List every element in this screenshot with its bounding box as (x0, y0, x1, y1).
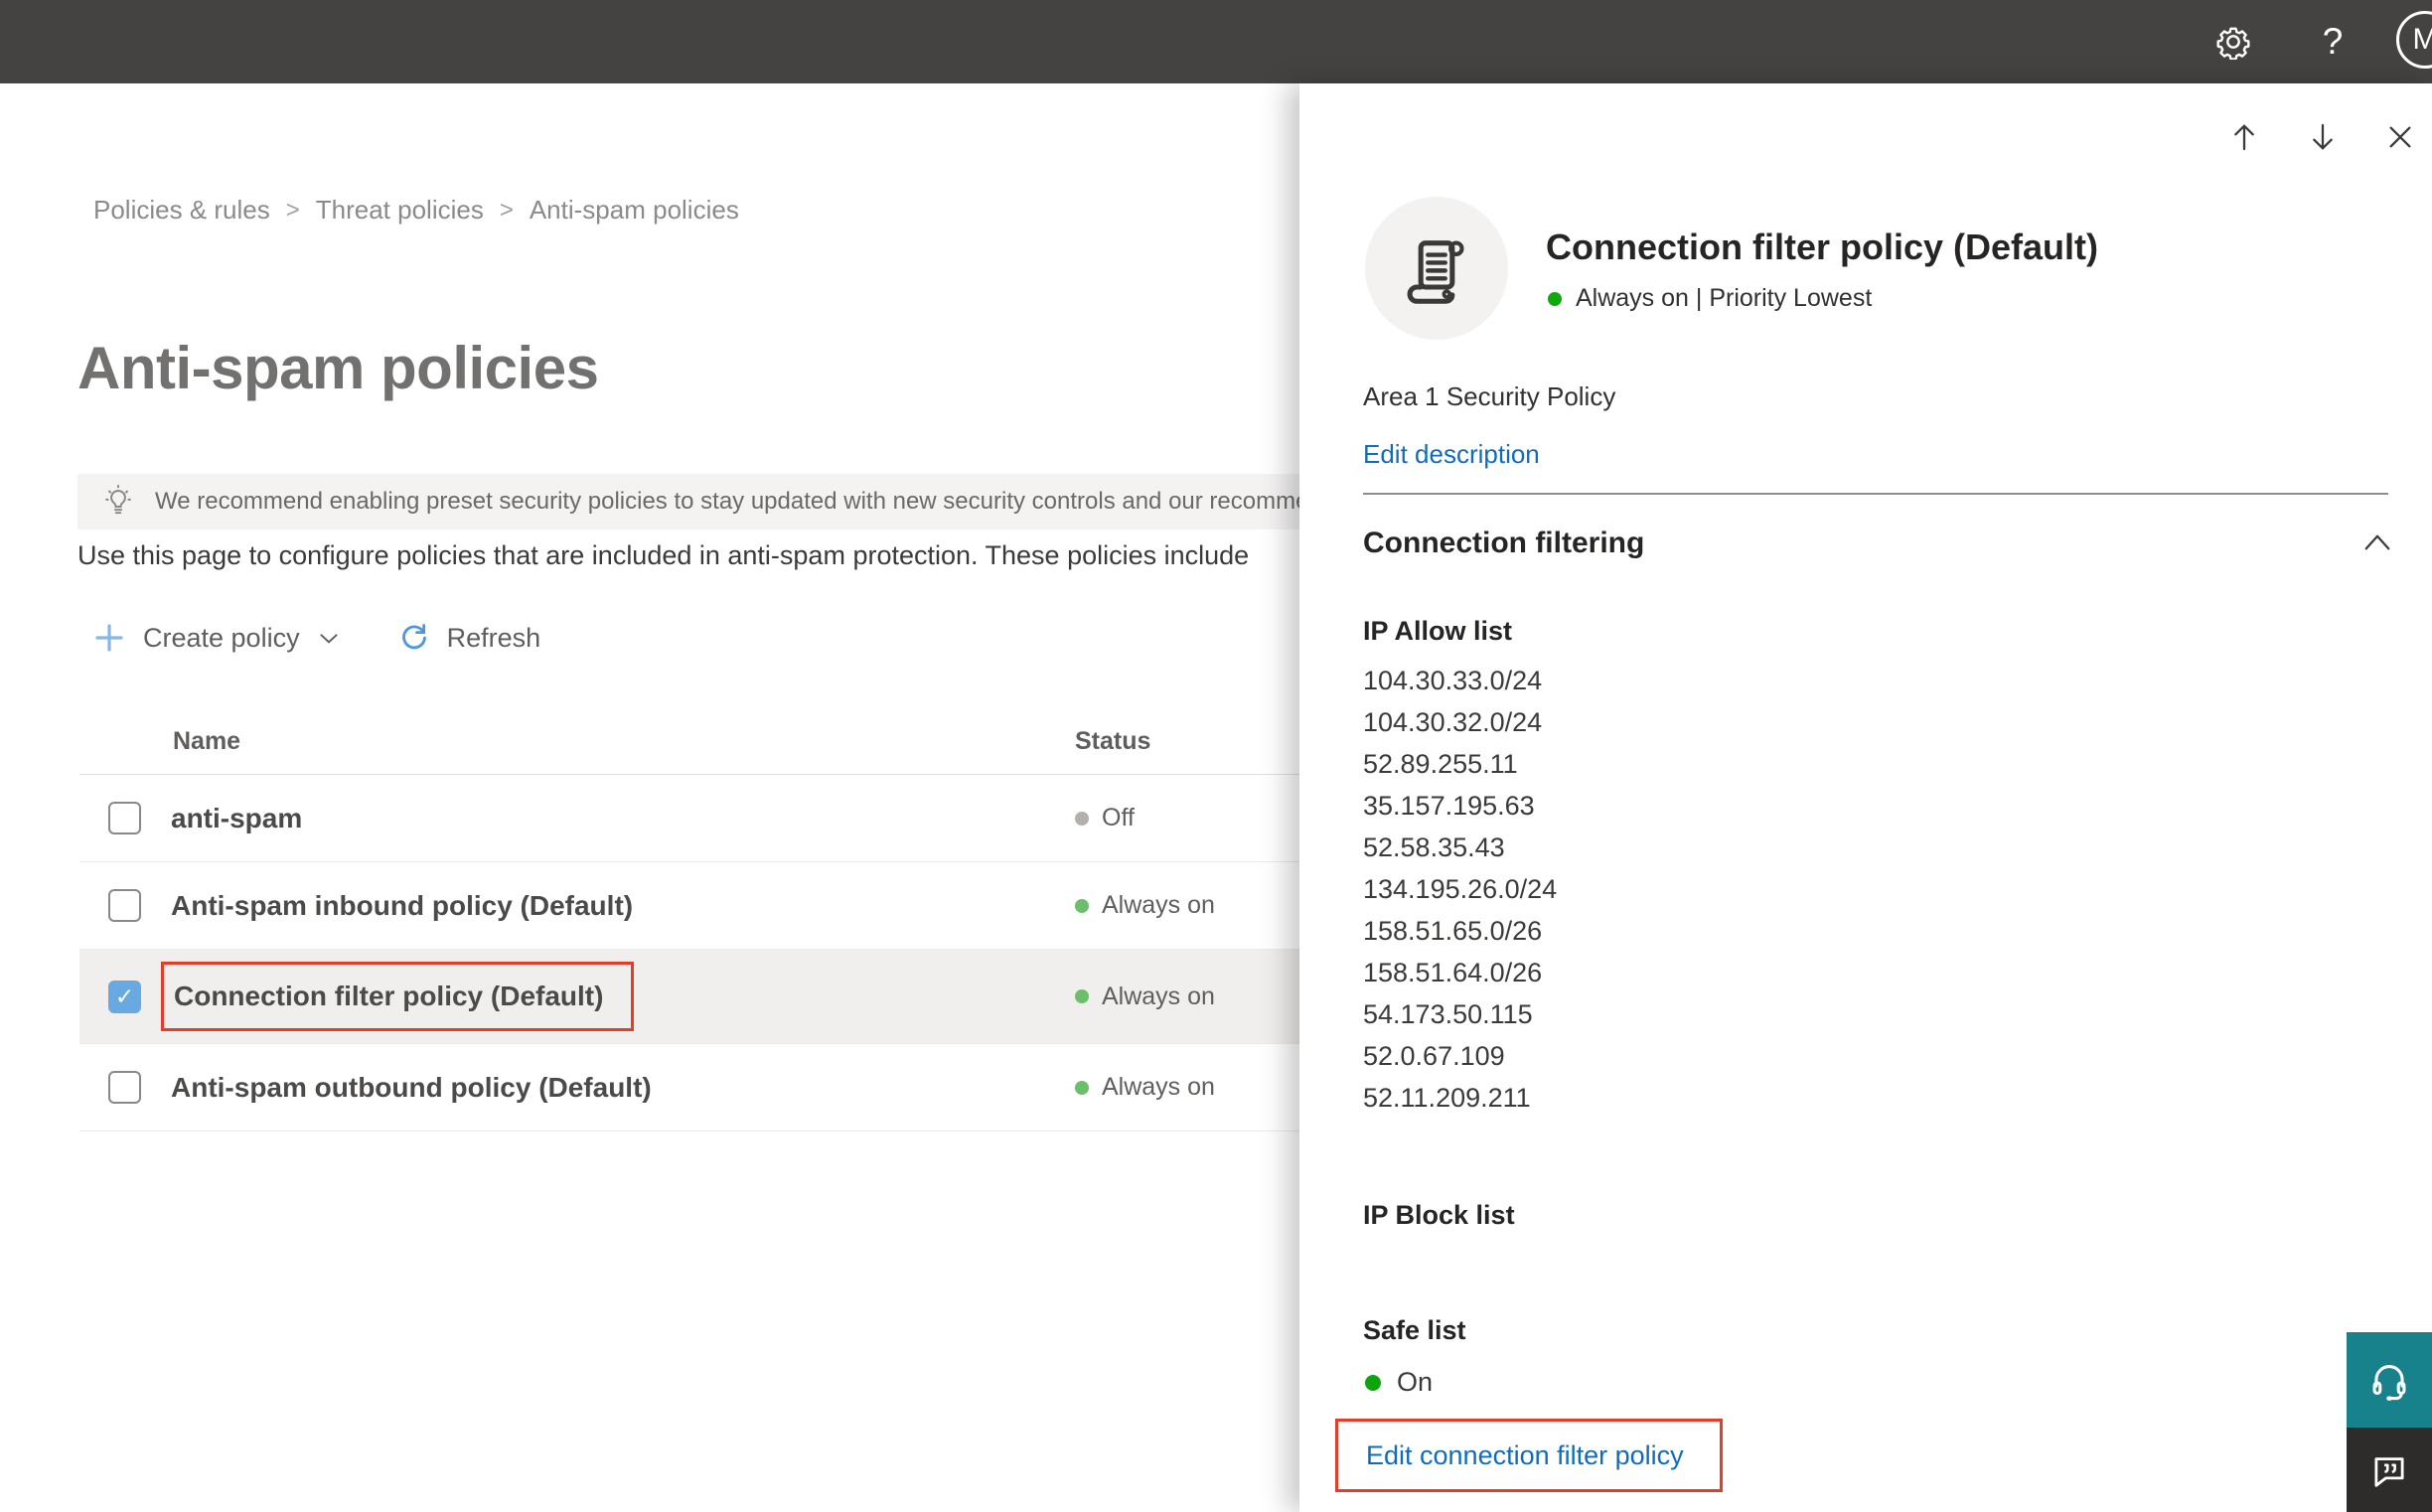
status-label: Off (1102, 804, 1135, 832)
policy-details-flyout: Connection filter policy (Default) Alway… (1299, 83, 2432, 1512)
safe-list-heading: Safe list (1363, 1315, 1466, 1345)
policy-table-body: anti-spam Off Anti-spam inbound policy (… (79, 775, 1321, 1132)
row-checkbox[interactable] (108, 802, 141, 834)
support-button[interactable] (2347, 1332, 2432, 1428)
flyout-title: Connection filter policy (Default) (1546, 227, 2099, 267)
breadcrumb-separator: > (499, 196, 514, 224)
ip-allow-entry: 52.58.35.43 (1363, 832, 1505, 862)
ip-allow-entry: 52.11.209.211 (1363, 1083, 1531, 1113)
top-app-bar: ? M (0, 0, 2432, 83)
breadcrumb-policies-rules[interactable]: Policies & rules (93, 195, 270, 226)
previous-item-arrow-up-icon[interactable] (2228, 121, 2260, 153)
table-row[interactable]: anti-spam Off (79, 775, 1321, 862)
status-dot-icon (1075, 811, 1089, 826)
flyout-status-text: Always on | Priority Lowest (1576, 284, 1873, 312)
connection-filtering-heading: Connection filtering (1363, 527, 1645, 559)
lightbulb-icon (101, 485, 135, 519)
edit-connection-filter-policy-link[interactable]: Edit connection filter policy (1366, 1440, 1684, 1471)
breadcrumb-threat-policies[interactable]: Threat policies (316, 195, 484, 226)
policy-name[interactable]: Anti-spam outbound policy (Default) (171, 1072, 652, 1104)
breadcrumb-separator: > (285, 196, 300, 224)
status-cell: Always on (1075, 891, 1215, 920)
page-description: Use this page to configure policies that… (77, 540, 1250, 570)
close-icon[interactable] (2384, 121, 2416, 153)
refresh-label: Refresh (446, 622, 541, 653)
breadcrumb-anti-spam-policies[interactable]: Anti-spam policies (530, 195, 739, 226)
status-dot-icon (1075, 989, 1089, 1003)
table-row[interactable]: Anti-spam inbound policy (Default) Alway… (79, 862, 1321, 950)
screen: ? M Policies & rules > Threat policies >… (0, 0, 2432, 1512)
status-label: Always on (1102, 982, 1215, 1010)
ip-allow-list-heading: IP Allow list (1363, 616, 1513, 646)
policy-avatar (1365, 197, 1508, 340)
status-dot-icon (1365, 1374, 1381, 1391)
ip-allow-entry: 35.157.195.63 (1363, 791, 1535, 821)
avatar[interactable]: M (2396, 11, 2432, 69)
banner-text: We recommend enabling preset security po… (155, 488, 1309, 515)
page-title: Anti-spam policies (77, 335, 599, 401)
toolbar: Create policy Refresh (93, 616, 540, 660)
status-dot-icon (1548, 291, 1562, 306)
refresh-button[interactable]: Refresh (342, 621, 541, 655)
create-policy-label: Create policy (143, 622, 300, 653)
row-checkbox[interactable] (108, 1071, 141, 1104)
status-cell: Off (1075, 804, 1135, 832)
feedback-button[interactable] (2347, 1428, 2432, 1512)
safe-list-status-label: On (1397, 1367, 1434, 1397)
status-label: Always on (1102, 1073, 1215, 1101)
ip-allow-entry: 104.30.32.0/24 (1363, 707, 1543, 737)
policy-name[interactable]: anti-spam (171, 803, 302, 834)
chevron-down-icon (316, 625, 342, 651)
settings-gear-icon[interactable] (2209, 0, 2257, 83)
safe-list-status: On (1365, 1367, 1433, 1398)
policy-description: Area 1 Security Policy (1363, 381, 1616, 411)
ip-allow-entry: 104.30.33.0/24 (1363, 666, 1543, 695)
ip-allow-entry: 158.51.64.0/26 (1363, 958, 1543, 987)
ip-allow-entry: 54.173.50.115 (1363, 999, 1533, 1029)
create-policy-button[interactable]: Create policy (93, 622, 342, 654)
table-row[interactable]: ✓ Connection filter policy (Default) Alw… (79, 950, 1321, 1044)
column-header-name[interactable]: Name (173, 727, 240, 756)
ip-allow-entry: 52.89.255.11 (1363, 749, 1518, 779)
table-header: Name Status (79, 700, 1321, 775)
column-header-status[interactable]: Status (1075, 727, 1150, 756)
policy-name[interactable]: Connection filter policy (Default) (161, 962, 635, 1031)
status-label: Always on (1102, 891, 1215, 919)
ip-block-list-heading: IP Block list (1363, 1200, 1515, 1230)
scroll-icon (1399, 230, 1474, 306)
status-cell: Always on (1075, 1073, 1215, 1102)
flyout-status-line: Always on | Priority Lowest (1548, 284, 1872, 313)
policy-name[interactable]: Anti-spam inbound policy (Default) (171, 890, 633, 922)
recommendation-banner: We recommend enabling preset security po… (77, 474, 1321, 529)
ip-allow-entry: 52.0.67.109 (1363, 1041, 1505, 1071)
help-icon[interactable]: ? (2311, 0, 2355, 83)
edit-description-link[interactable]: Edit description (1363, 439, 1540, 470)
policy-table: Name Status anti-spam Off Anti-spam inbo… (79, 700, 1321, 1132)
ip-allow-entry: 158.51.65.0/26 (1363, 916, 1543, 946)
ip-allow-list: 104.30.33.0/24 104.30.32.0/24 52.89.255.11… (1363, 660, 1557, 1119)
edit-link-highlight-box: Edit connection filter policy (1335, 1419, 1723, 1492)
feedback-chat-icon (2368, 1449, 2410, 1491)
table-row[interactable]: Anti-spam outbound policy (Default) Alwa… (79, 1044, 1321, 1132)
row-checkbox[interactable]: ✓ (108, 980, 141, 1013)
chevron-up-icon[interactable] (2362, 530, 2392, 554)
row-checkbox[interactable] (108, 889, 141, 922)
plus-icon (93, 622, 125, 654)
next-item-arrow-down-icon[interactable] (2307, 121, 2339, 153)
status-dot-icon (1075, 898, 1089, 913)
status-dot-icon (1075, 1080, 1089, 1095)
headset-icon (2366, 1357, 2412, 1403)
divider (1363, 493, 2388, 495)
breadcrumb: Policies & rules > Threat policies > Ant… (93, 195, 739, 226)
status-cell: Always on (1075, 983, 1215, 1011)
refresh-icon (397, 621, 431, 655)
ip-allow-entry: 134.195.26.0/24 (1363, 874, 1558, 904)
